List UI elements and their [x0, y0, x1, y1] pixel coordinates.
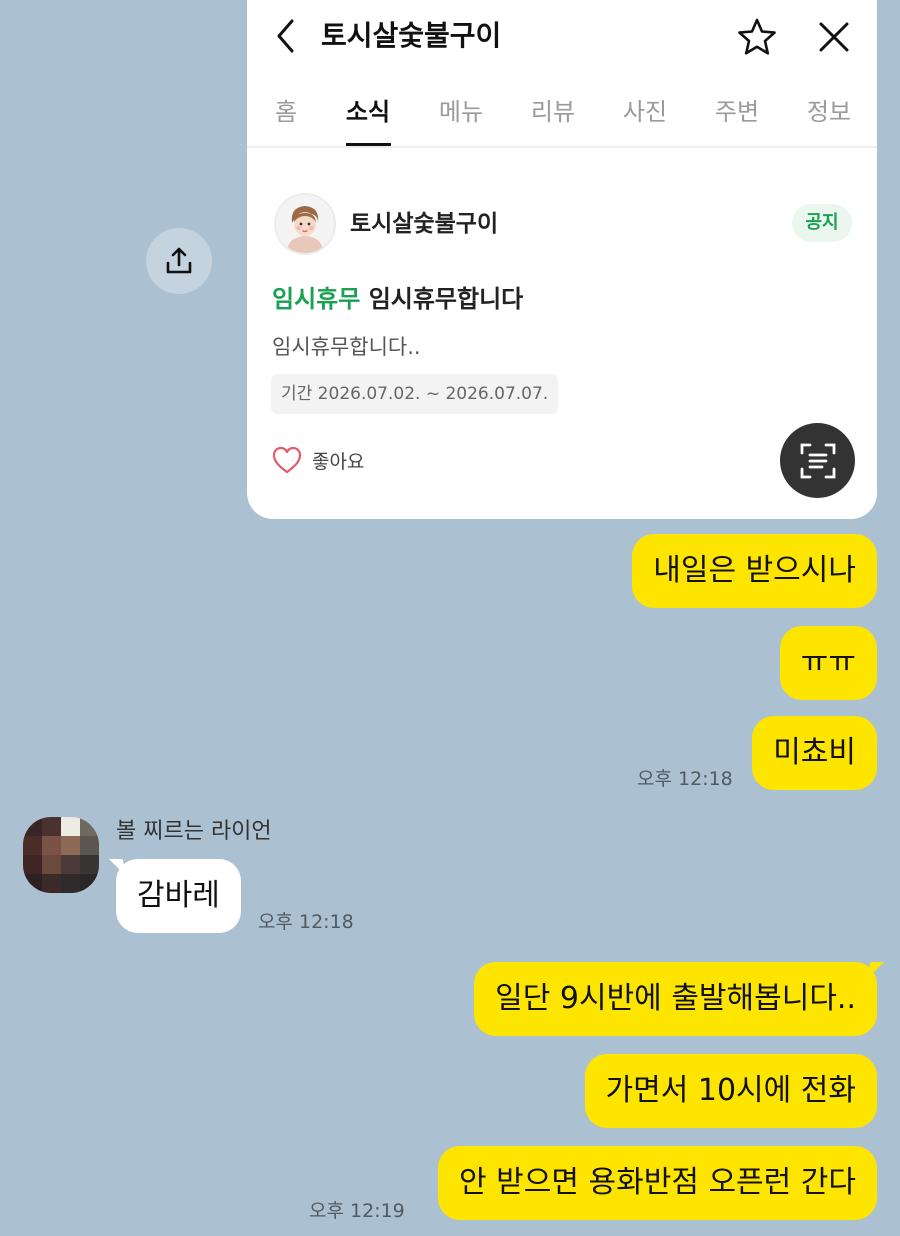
post-author-name: 토시살숯불구이: [350, 211, 499, 237]
message-time: 오후 12:19: [309, 1200, 405, 1222]
post-title: 임시휴무합니다: [368, 285, 524, 313]
my-message-bubble[interactable]: ㅠㅠ: [779, 626, 877, 700]
my-message-bubble[interactable]: 미쵸비: [752, 716, 877, 790]
active-tab-indicator: [346, 143, 391, 146]
like-button[interactable]: 좋아요: [272, 443, 364, 477]
my-message-bubble[interactable]: 안 받으면 용화반점 오픈런 간다: [438, 1146, 877, 1220]
share-button[interactable]: [146, 228, 212, 294]
friend-message-bubble[interactable]: 감바레: [116, 859, 241, 933]
tab-news[interactable]: 소식: [343, 92, 393, 132]
place-tabs: 홈 소식 메뉴 리뷰 사진 주변 정보: [247, 84, 877, 148]
card-header: 토시살숯불구이: [247, 0, 877, 72]
message-time: 오후 12:18: [258, 911, 354, 933]
post-headline: 임시휴무 임시휴무합니다: [272, 280, 523, 318]
close-button[interactable]: [814, 16, 854, 58]
tab-home[interactable]: 홈: [271, 92, 301, 132]
chat-room: 토시살숯불구이 홈 소식 메뉴 리뷰 사진 주변 정보 토시살숯불구이 공지 임…: [0, 0, 900, 1236]
friend-avatar[interactable]: [23, 817, 99, 893]
tab-info[interactable]: 정보: [803, 92, 855, 132]
place-news-card: 토시살숯불구이 홈 소식 메뉴 리뷰 사진 주변 정보 토시살숯불구이 공지 임…: [247, 0, 877, 519]
message-time: 오후 12:18: [637, 768, 733, 790]
my-message-bubble[interactable]: 내일은 받으시나: [632, 534, 877, 608]
like-label: 좋아요: [312, 450, 365, 473]
post-category-tag: 임시휴무: [272, 285, 361, 313]
my-message-bubble[interactable]: 가면서 10시에 전화: [584, 1054, 877, 1128]
my-message-bubble[interactable]: 일단 9시반에 출발해봅니다..: [474, 962, 877, 1036]
text-scan-icon: [800, 443, 835, 478]
tab-photo[interactable]: 사진: [619, 92, 671, 132]
close-icon: [819, 22, 849, 52]
share-upload-icon: [166, 247, 192, 274]
post-body: 임시휴무합니다..: [272, 335, 421, 359]
notice-badge: 공지: [792, 204, 852, 242]
person-avatar-icon: [276, 195, 334, 253]
back-button[interactable]: [269, 16, 303, 56]
star-outline-icon: [738, 18, 776, 55]
tab-menu[interactable]: 메뉴: [435, 92, 487, 132]
heart-outline-icon: [272, 446, 302, 474]
text-scan-button[interactable]: [780, 423, 855, 498]
post-author-avatar[interactable]: [274, 193, 336, 255]
tab-review[interactable]: 리뷰: [527, 92, 579, 132]
closure-period: 기간 2026.07.02. ~ 2026.07.07.: [271, 374, 559, 414]
place-title: 토시살숯불구이: [321, 19, 502, 52]
friend-name: 볼 찌르는 라이언: [116, 819, 272, 844]
favorite-button[interactable]: [736, 16, 778, 58]
back-arrow-icon: [277, 19, 294, 53]
tab-nearby[interactable]: 주변: [711, 92, 763, 132]
